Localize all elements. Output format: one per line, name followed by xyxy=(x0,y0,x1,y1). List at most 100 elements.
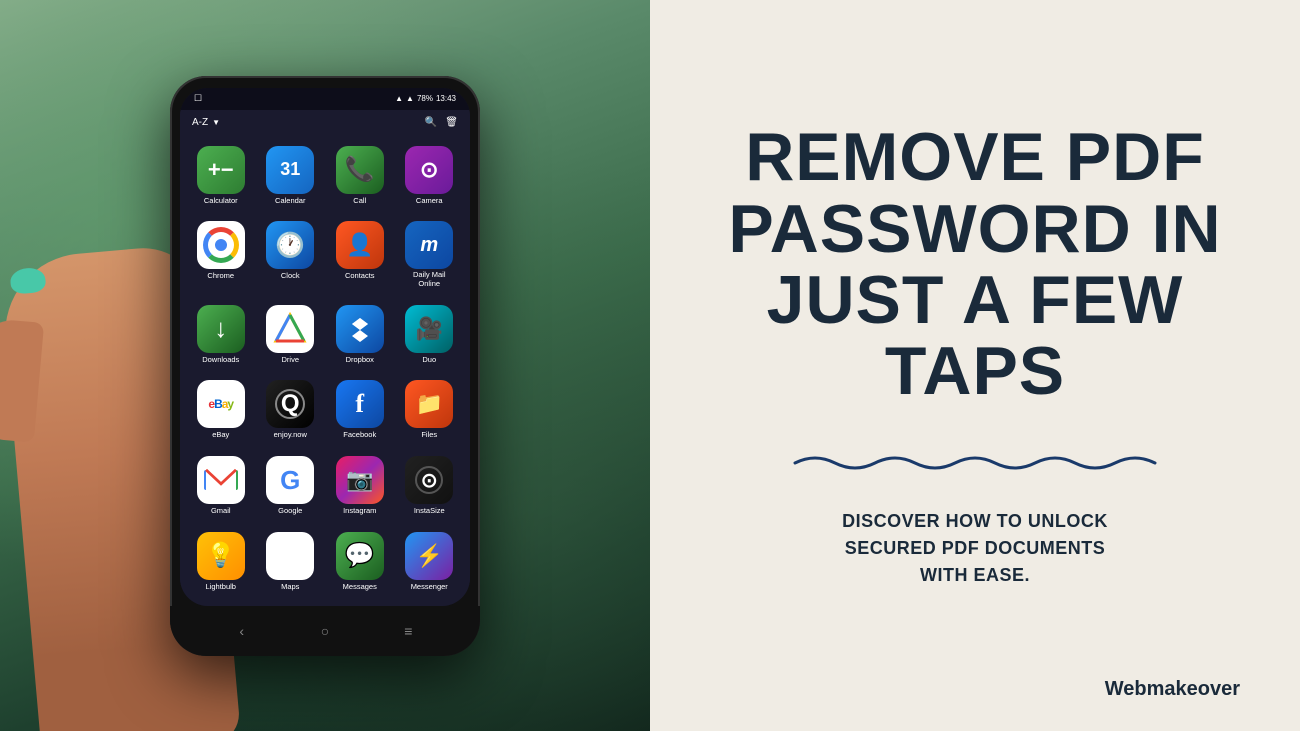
maps-icon: 🗺 xyxy=(266,532,314,580)
left-panel: ☐ ▲ ▲ 78% 13:43 A-Z ▼ 🔍 🗑 xyxy=(0,0,650,731)
files-icon: 📁 xyxy=(405,380,453,428)
ebay-icon: eBay xyxy=(197,380,245,428)
google-label: Google xyxy=(278,506,302,515)
recents-button[interactable]: ≡ xyxy=(398,621,418,641)
app-bar: A-Z ▼ 🔍 🗑 xyxy=(180,110,470,136)
battery-text: 78% xyxy=(417,94,433,103)
gmail-label: Gmail xyxy=(211,506,231,515)
chrome-icon xyxy=(197,221,245,269)
sub-line2: SECURED PDF DOCUMENTS xyxy=(842,535,1108,562)
app-bar-actions: 🔍 🗑 xyxy=(425,117,458,128)
phone-bottom-nav: ‹ ○ ≡ xyxy=(170,606,480,656)
status-right: ▲ ▲ 78% 13:43 xyxy=(395,94,456,103)
sub-line3: WITH EASE. xyxy=(842,562,1108,589)
app-item-instagram[interactable]: 📷 Instagram xyxy=(327,452,393,524)
screen-content: +− Calculator 31 Calendar 📞 xyxy=(180,136,470,606)
app-item-google[interactable]: G Google xyxy=(258,452,324,524)
chevron-down-icon: ▼ xyxy=(212,118,220,127)
clock-icon: 🕐 xyxy=(266,221,314,269)
calendar-label: Calendar xyxy=(275,196,305,205)
main-heading: REMOVE PDF PASSWORD IN JUST A FEW TAPS xyxy=(728,122,1221,408)
clock-label: Clock xyxy=(281,271,300,280)
maps-label: Maps xyxy=(281,582,299,591)
app-item-call[interactable]: 📞 Call xyxy=(327,142,393,214)
drive-icon xyxy=(266,305,314,353)
instagram-label: Instagram xyxy=(343,506,376,515)
app-item-enjoynow[interactable]: Q enjoy.now xyxy=(258,376,324,448)
downloads-label: Downloads xyxy=(202,355,239,364)
gmail-icon xyxy=(197,456,245,504)
call-icon: 📞 xyxy=(336,146,384,194)
app-item-calendar[interactable]: 31 Calendar xyxy=(258,142,324,214)
heading-line4: TAPS xyxy=(728,336,1221,407)
files-label: Files xyxy=(421,430,437,439)
app-item-files[interactable]: 📁 Files xyxy=(397,376,463,448)
google-icon: G xyxy=(266,456,314,504)
app-item-messages[interactable]: 💬 Messages xyxy=(327,528,393,600)
app-item-lightbulb[interactable]: 💡 Lightbulb xyxy=(188,528,254,600)
app-grid: +− Calculator 31 Calendar 📞 xyxy=(180,136,470,606)
time-text: 13:43 xyxy=(436,94,456,103)
app-item-duo[interactable]: 🎥 Duo xyxy=(397,301,463,373)
app-item-dailymail[interactable]: m Daily MailOnline xyxy=(397,217,463,296)
camera-icon: ⊙ xyxy=(405,146,453,194)
app-item-chrome[interactable]: Chrome xyxy=(188,217,254,296)
sort-label: A-Z xyxy=(192,117,208,128)
wavy-divider xyxy=(710,448,1240,478)
sub-line1: DISCOVER HOW TO UNLOCK xyxy=(842,508,1108,535)
brand-name: Webmakeover xyxy=(1105,678,1240,701)
sub-text: DISCOVER HOW TO UNLOCK SECURED PDF DOCUM… xyxy=(842,508,1108,589)
app-item-calculator[interactable]: +− Calculator xyxy=(188,142,254,214)
delete-icon[interactable]: 🗑 xyxy=(445,117,458,128)
messages-label: Messages xyxy=(343,582,377,591)
app-item-contacts[interactable]: 👤 Contacts xyxy=(327,217,393,296)
dropbox-label: Dropbox xyxy=(346,355,374,364)
heading-line2: PASSWORD IN xyxy=(728,194,1221,265)
dailymail-label: Daily MailOnline xyxy=(413,271,446,288)
messenger-label: Messenger xyxy=(411,582,448,591)
status-bar: ☐ ▲ ▲ 78% 13:43 xyxy=(180,88,470,110)
phone-screen: ☐ ▲ ▲ 78% 13:43 A-Z ▼ 🔍 🗑 xyxy=(180,88,470,606)
calculator-icon: +− xyxy=(197,146,245,194)
enjoynow-icon: Q xyxy=(266,380,314,428)
facebook-label: Facebook xyxy=(343,430,376,439)
app-item-facebook[interactable]: f Facebook xyxy=(327,376,393,448)
status-left: ☐ xyxy=(194,93,202,104)
chrome-label: Chrome xyxy=(207,271,234,280)
calendar-icon: 31 xyxy=(266,146,314,194)
signal-icon: ▲ xyxy=(406,94,414,103)
app-item-clock[interactable]: 🕐 Clock xyxy=(258,217,324,296)
app-item-instasize[interactable]: ⊙ InstaSize xyxy=(397,452,463,524)
messages-icon: 💬 xyxy=(336,532,384,580)
right-panel: REMOVE PDF PASSWORD IN JUST A FEW TAPS D… xyxy=(650,0,1300,731)
app-item-camera[interactable]: ⊙ Camera xyxy=(397,142,463,214)
instasize-label: InstaSize xyxy=(414,506,445,515)
contacts-label: Contacts xyxy=(345,271,375,280)
downloads-icon: ↓ xyxy=(197,305,245,353)
app-item-messenger[interactable]: ⚡ Messenger xyxy=(397,528,463,600)
enjoynow-label: enjoy.now xyxy=(274,430,307,439)
heading-line3: JUST A FEW xyxy=(728,265,1221,336)
contacts-icon: 👤 xyxy=(336,221,384,269)
phone: ☐ ▲ ▲ 78% 13:43 A-Z ▼ 🔍 🗑 xyxy=(170,76,480,656)
camera-label: Camera xyxy=(416,196,443,205)
search-icon[interactable]: 🔍 xyxy=(425,117,437,128)
home-button[interactable]: ○ xyxy=(315,621,335,641)
duo-icon: 🎥 xyxy=(405,305,453,353)
back-button[interactable]: ‹ xyxy=(232,621,252,641)
wifi-icon: ▲ xyxy=(395,94,403,103)
app-item-maps[interactable]: 🗺 Maps xyxy=(258,528,324,600)
calculator-label: Calculator xyxy=(204,196,238,205)
app-item-downloads[interactable]: ↓ Downloads xyxy=(188,301,254,373)
lightbulb-label: Lightbulb xyxy=(206,582,236,591)
app-item-dropbox[interactable]: Dropbox xyxy=(327,301,393,373)
messenger-icon: ⚡ xyxy=(405,532,453,580)
dailymail-icon: m xyxy=(405,221,453,269)
app-item-gmail[interactable]: Gmail xyxy=(188,452,254,524)
drive-label: Drive xyxy=(281,355,299,364)
dropbox-icon xyxy=(336,305,384,353)
app-item-ebay[interactable]: eBay eBay xyxy=(188,376,254,448)
instasize-icon: ⊙ xyxy=(405,456,453,504)
app-item-drive[interactable]: Drive xyxy=(258,301,324,373)
dropbox-indicator: ☐ xyxy=(194,93,202,104)
